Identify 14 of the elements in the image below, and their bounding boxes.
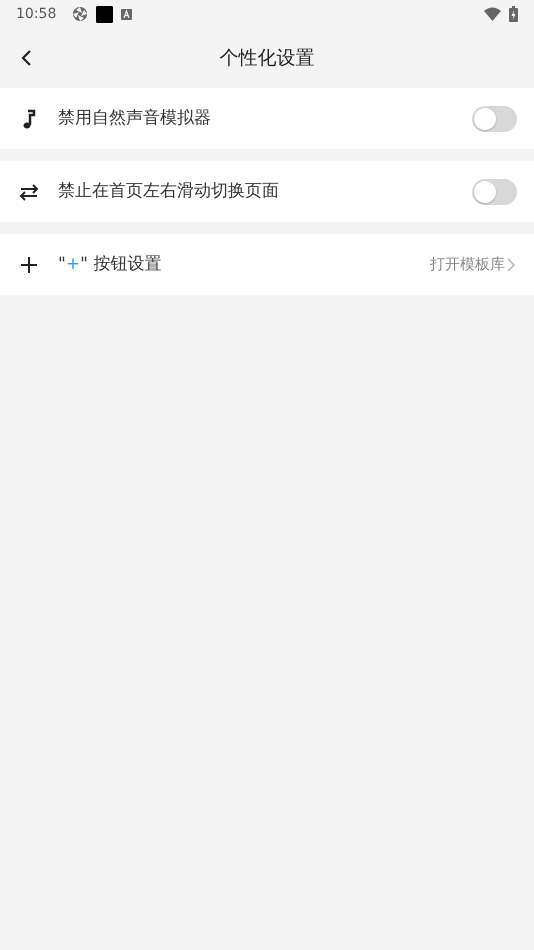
toggle-switch[interactable]: [472, 106, 517, 132]
setting-label: 禁用自然声音模拟器: [58, 106, 211, 130]
wifi-icon: [484, 7, 501, 21]
chevron-right-icon: [505, 256, 517, 272]
template-link[interactable]: 打开模板库: [430, 253, 505, 276]
page-title: 个性化设置: [220, 46, 314, 71]
letter-tile-icon: [121, 8, 132, 20]
aperture-icon: [72, 6, 88, 22]
status-time: 10:58: [16, 4, 56, 24]
toggle-switch[interactable]: [472, 178, 517, 204]
setting-label: 禁止在首页左右滑动切换页面: [58, 180, 279, 203]
setting-label: "+" 按钮设置: [58, 252, 162, 276]
battery-icon: [509, 6, 518, 22]
square-icon: [96, 6, 114, 22]
